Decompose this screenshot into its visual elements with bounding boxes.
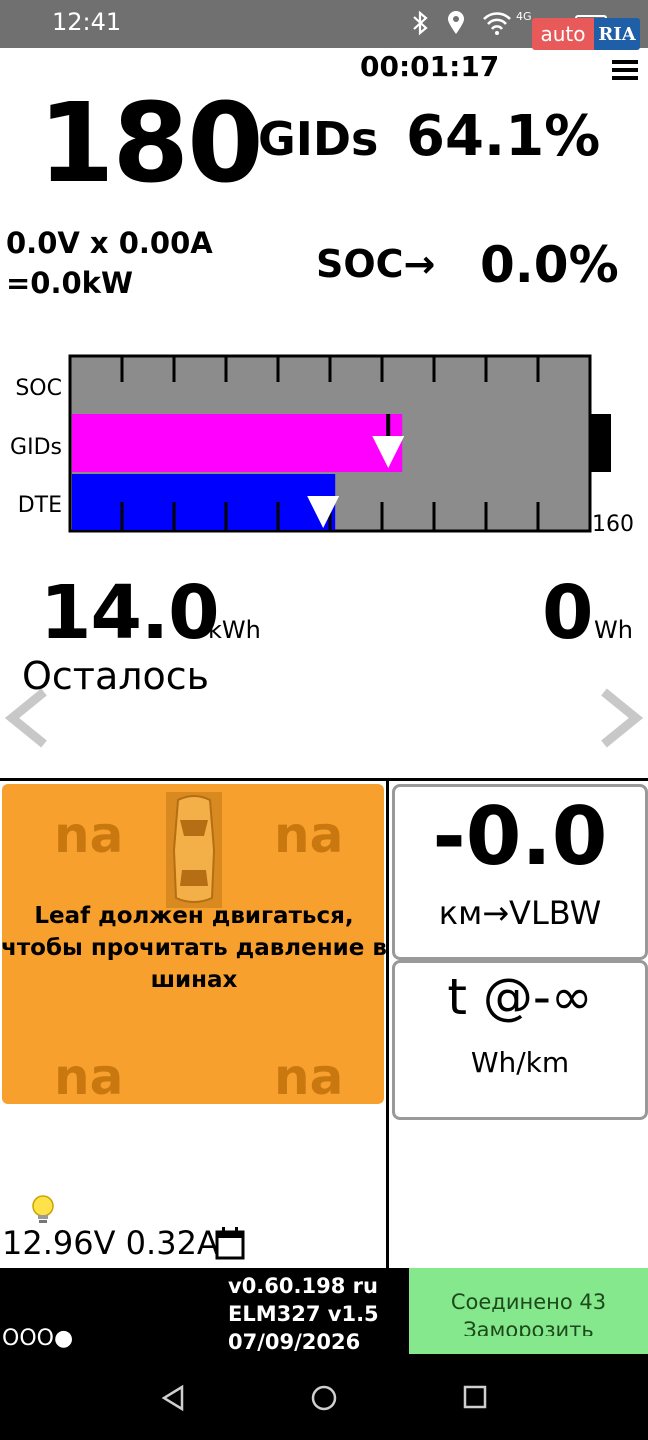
- gauge-tick: [328, 356, 332, 382]
- efficiency-label: Wh/km: [470, 1046, 570, 1079]
- gauge-tick: [120, 502, 124, 530]
- lightbulb-icon: [32, 1195, 54, 1223]
- energy-remaining-unit: kWh: [208, 616, 261, 644]
- back-icon[interactable]: [160, 1384, 186, 1412]
- gauge-label-dte: DTE: [17, 493, 62, 518]
- page-indicator-dots: OOO●: [2, 1326, 74, 1351]
- bluetooth-icon: [413, 10, 428, 36]
- aux-battery-readout: 12.96V 0.32A: [2, 1224, 219, 1262]
- gauge-tick: [276, 502, 280, 530]
- divider-vertical: [386, 778, 389, 1268]
- connection-status: Соединено 43: [450, 1290, 607, 1314]
- calendar-icon[interactable]: [214, 1226, 246, 1260]
- gauge-tick: [484, 356, 488, 382]
- tire-front-left: na: [54, 806, 124, 864]
- battery-terminal: [591, 414, 611, 472]
- wifi-icon: [483, 12, 511, 35]
- tire-message: Leaf должен двигаться, чтобы прочитать д…: [1, 903, 387, 993]
- gids-value: 180: [38, 79, 264, 207]
- soc-value: 0.0%: [480, 236, 619, 294]
- tire-rear-right: na: [274, 1048, 344, 1106]
- tire-rear-left: na: [54, 1048, 124, 1106]
- recents-icon[interactable]: [462, 1384, 488, 1410]
- footer-date: 07/09/2026: [228, 1330, 361, 1354]
- gauge-tick: [224, 356, 228, 382]
- gauge-tick: [432, 502, 436, 530]
- gauge-tick: [484, 502, 488, 530]
- energy-remaining-value: 14.0: [40, 570, 220, 656]
- autoria-watermark: auto RIA: [532, 18, 642, 52]
- soc-label: SOC→: [316, 242, 436, 286]
- gauge-tick: [380, 356, 384, 382]
- dte-bar: [72, 474, 336, 530]
- session-timer: 00:01:17: [360, 50, 500, 83]
- version-info: v0.60.198 ru ELM327 v1.5 07/09/2026: [228, 1272, 379, 1356]
- gauge-max-label: 160: [592, 512, 634, 537]
- gauge-tick: [172, 356, 176, 382]
- gauge-tick: [172, 502, 176, 530]
- app-version: v0.60.198 ru: [228, 1274, 378, 1298]
- gauge-tick: [224, 502, 228, 530]
- gauge-label-soc: SOC: [15, 376, 62, 401]
- freeze-label: Заморозить: [463, 1318, 594, 1336]
- gauge-tick: [380, 502, 384, 530]
- gids-percent: 64.1%: [406, 104, 601, 169]
- home-icon[interactable]: [310, 1384, 338, 1412]
- gids-bar: [72, 414, 403, 472]
- network-type: 4G: [516, 10, 532, 23]
- gauge-label-gids: GIDs: [10, 435, 62, 460]
- gids-marker-line: [386, 414, 391, 436]
- hamburger-menu-icon[interactable]: [612, 60, 638, 82]
- energy-used-unit: Wh: [594, 616, 633, 644]
- energy-used-value: 0: [542, 570, 594, 656]
- gauge-tick: [120, 356, 124, 382]
- tire-front-right: na: [274, 806, 344, 864]
- battery-gauge: [68, 354, 611, 533]
- gauge-tick: [432, 356, 436, 382]
- gauge-tick: [276, 356, 280, 382]
- status-time: 12:41: [52, 8, 122, 36]
- divider-horizontal: [0, 778, 648, 781]
- chevron-right-icon[interactable]: [596, 680, 648, 780]
- gauge-tick: [536, 356, 540, 382]
- efficiency-value: t @-∞: [447, 968, 593, 1026]
- gauge-tick: [536, 502, 540, 530]
- range-label: км→VLBW: [438, 894, 602, 932]
- power-readout: =0.0kW: [6, 266, 133, 300]
- car-icon: [166, 792, 222, 908]
- range-value: -0.0: [432, 790, 608, 883]
- adapter-version: ELM327 v1.5: [228, 1302, 379, 1326]
- location-icon: [448, 11, 464, 34]
- voltage-current-readout: 0.0V x 0.00A: [6, 226, 213, 260]
- gids-unit: GIDs: [258, 112, 379, 166]
- chevron-left-icon[interactable]: [2, 680, 92, 780]
